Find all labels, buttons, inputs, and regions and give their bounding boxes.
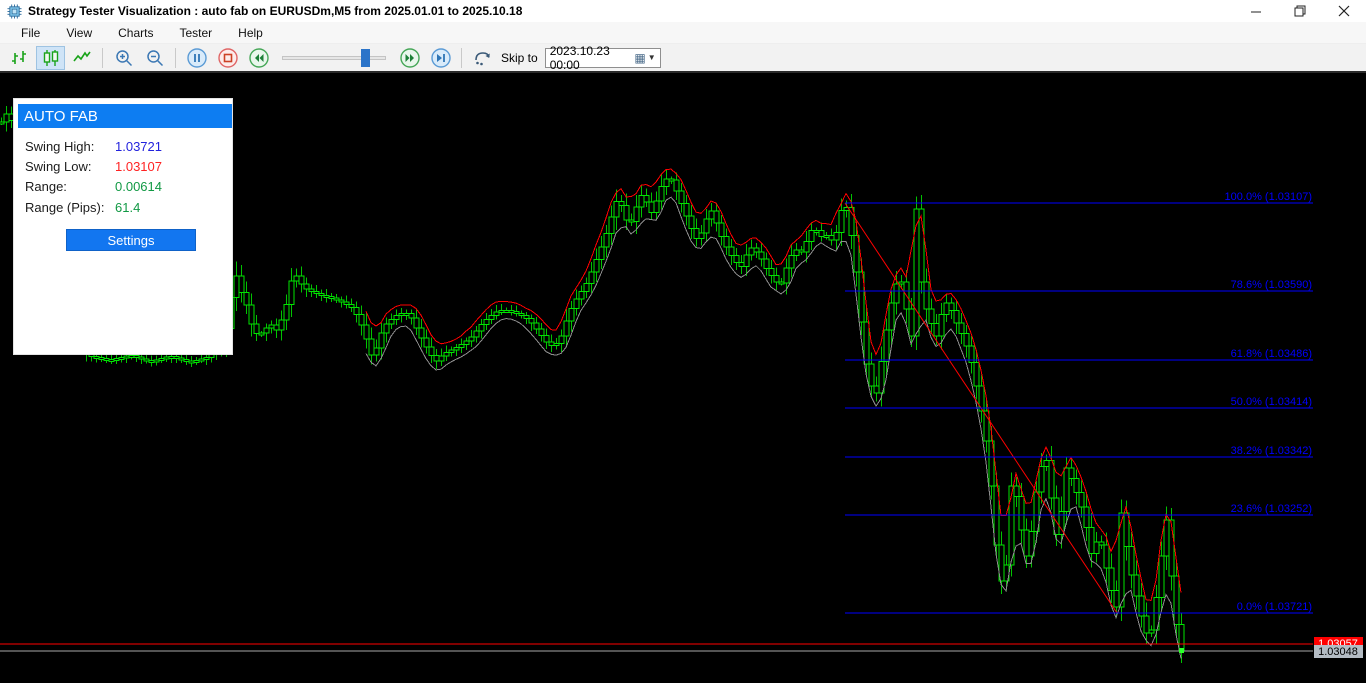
skip-to-end-icon (430, 47, 451, 68)
stop-icon (217, 47, 238, 68)
toolbar-separator (175, 47, 176, 68)
swing-high-label: Swing High: (25, 139, 95, 154)
range-row: Range: 0.00614 (25, 179, 226, 195)
app-icon (7, 3, 22, 19)
candles-chart-button[interactable] (36, 45, 65, 70)
calendar-icon[interactable]: ▦ (634, 51, 645, 65)
speed-slider[interactable] (282, 48, 386, 68)
toolbar-separator (102, 47, 103, 68)
swing-high-value: 1.03721 (115, 139, 162, 154)
pause-button[interactable] (182, 46, 211, 70)
bars-chart-button[interactable] (5, 46, 34, 70)
range-pips-row: Range (Pips): 61.4 (25, 200, 226, 216)
restore-button[interactable] (1278, 0, 1322, 22)
title-bar: Strategy Tester Visualization : auto fab… (0, 0, 1366, 22)
auto-fab-panel-header: AUTO FAB (18, 104, 232, 128)
settings-button[interactable]: Settings (66, 229, 196, 251)
menu-charts[interactable]: Charts (105, 23, 166, 43)
range-pips-label: Range (Pips): (25, 200, 105, 215)
toolbar: Skip to 2023.10.23 00:00 ▦ ▼ (0, 44, 1366, 73)
menu-view[interactable]: View (53, 23, 105, 43)
range-value: 0.00614 (115, 179, 162, 194)
svg-text:78.6% (1.03590): 78.6% (1.03590) (1231, 279, 1312, 291)
pause-icon (186, 47, 207, 68)
menu-help[interactable]: Help (225, 23, 276, 43)
speed-slider-track[interactable] (282, 55, 386, 60)
svg-text:1.03048: 1.03048 (1318, 646, 1358, 658)
line-chart-icon (72, 51, 91, 61)
auto-fab-title: AUTO FAB (24, 107, 98, 125)
zoom-out-button[interactable] (140, 46, 169, 70)
svg-text:100.0% (1.03107): 100.0% (1.03107) (1225, 191, 1312, 203)
rewind-icon (248, 47, 269, 68)
skip-date-input[interactable]: 2023.10.23 00:00 ▦ ▼ (544, 44, 661, 72)
swing-high-row: Swing High: 1.03721 (25, 139, 226, 155)
minimize-icon (1250, 11, 1261, 12)
line-chart-button[interactable] (67, 46, 96, 70)
rewind-button[interactable] (244, 46, 273, 70)
zoom-in-button[interactable] (109, 46, 138, 70)
zoom-out-icon (146, 49, 163, 66)
close-icon (1338, 5, 1350, 17)
close-button[interactable] (1322, 0, 1366, 22)
svg-text:38.2% (1.03342): 38.2% (1.03342) (1231, 445, 1312, 457)
skip-to-date-icon (474, 51, 490, 65)
swing-low-value: 1.03107 (115, 159, 162, 174)
bars-chart-icon (11, 50, 26, 64)
swing-low-label: Swing Low: (25, 159, 92, 174)
menu-bar: File View Charts Tester Help (0, 22, 1366, 44)
toolbar-separator (461, 47, 462, 68)
fast-forward-button[interactable] (395, 46, 424, 70)
restore-icon (1294, 5, 1306, 17)
range-label: Range: (25, 179, 67, 194)
strategy-tester-window: Strategy Tester Visualization : auto fab… (0, 0, 1366, 683)
skip-date-value[interactable]: 2023.10.23 00:00 (550, 44, 635, 72)
skip-to-end-button[interactable] (426, 46, 455, 70)
range-pips-value: 61.4 (115, 200, 141, 215)
dropdown-arrow-icon[interactable]: ▼ (648, 53, 656, 62)
svg-text:23.6% (1.03252): 23.6% (1.03252) (1231, 503, 1312, 515)
menu-file[interactable]: File (8, 23, 53, 43)
auto-fab-panel: AUTO FAB Swing High: 1.03721 Swing Low: … (13, 98, 233, 355)
swing-low-row: Swing Low: 1.03107 (25, 159, 226, 175)
svg-text:61.8% (1.03486): 61.8% (1.03486) (1231, 348, 1312, 360)
speed-slider-handle[interactable] (361, 48, 370, 67)
svg-text:0.0% (1.03721): 0.0% (1.03721) (1237, 601, 1312, 613)
minimize-button[interactable] (1234, 0, 1278, 22)
candles-chart-icon (43, 49, 58, 66)
svg-text:50.0% (1.03414): 50.0% (1.03414) (1231, 396, 1312, 408)
skip-to-date-button[interactable] (468, 46, 497, 70)
fast-forward-icon (399, 47, 420, 68)
stop-button[interactable] (213, 46, 242, 70)
zoom-in-icon (115, 49, 132, 66)
skip-to-label: Skip to (501, 50, 538, 65)
window-title: Strategy Tester Visualization : auto fab… (28, 4, 523, 18)
menu-tester[interactable]: Tester (166, 23, 225, 43)
